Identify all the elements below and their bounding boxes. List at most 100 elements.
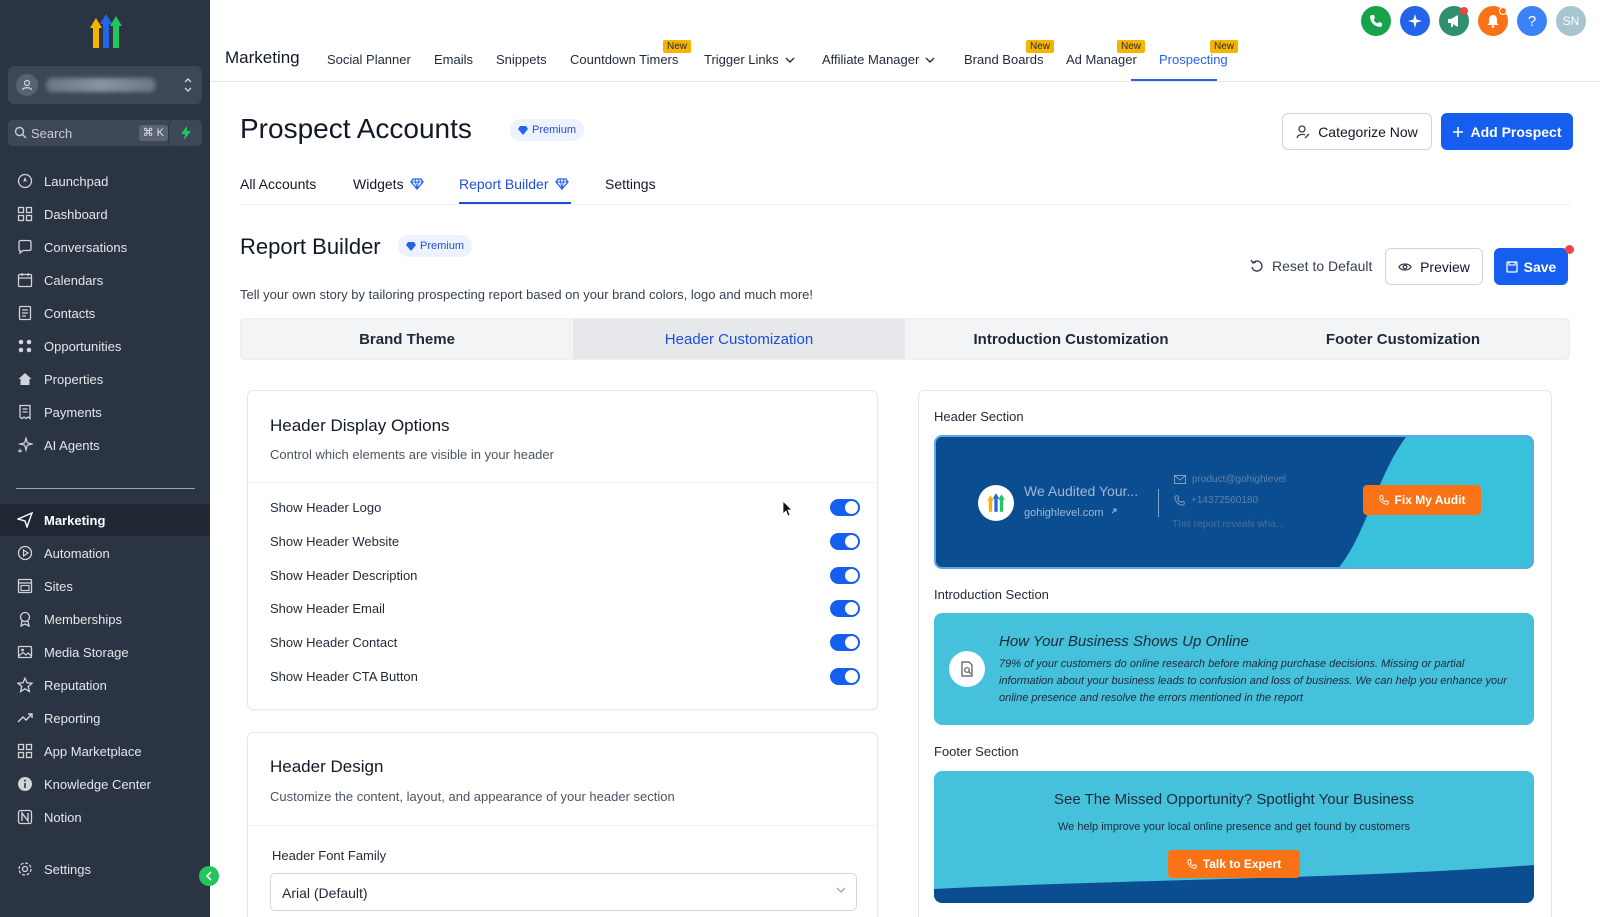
nav-snippets[interactable]: Snippets xyxy=(496,52,547,67)
reset-icon xyxy=(1250,259,1264,273)
nav-brand-boards[interactable]: Brand Boards xyxy=(964,52,1044,67)
receipt-icon xyxy=(16,403,34,421)
plus-icon xyxy=(1452,126,1464,138)
header-preview-title: We Audited Your... xyxy=(1024,483,1139,499)
user-avatar[interactable]: SN xyxy=(1556,6,1586,36)
tab-label: All Accounts xyxy=(240,176,317,192)
sidebar-item-media-storage[interactable]: Media Storage xyxy=(0,636,210,668)
reset-to-default-button[interactable]: Reset to Default xyxy=(1250,258,1372,274)
quick-actions-button[interactable] xyxy=(168,120,202,146)
tab-footer-customization[interactable]: Footer Customization xyxy=(1237,319,1569,359)
collapse-sidebar-button[interactable] xyxy=(199,866,219,886)
unread-dot xyxy=(1460,7,1468,15)
toggle-switch[interactable] xyxy=(830,532,860,550)
toggle-label: Show Header Logo xyxy=(270,500,382,515)
tab-all-accounts[interactable]: All Accounts xyxy=(240,176,316,192)
header-preview-phone: +14372560180 xyxy=(1174,495,1258,506)
phone-button[interactable] xyxy=(1361,6,1391,36)
sidebar-item-conversations[interactable]: Conversations xyxy=(0,231,210,263)
toggle-switch[interactable] xyxy=(830,668,860,685)
toggle-switch[interactable] xyxy=(830,499,860,516)
chevron-down-icon xyxy=(836,887,846,893)
button-label: Categorize Now xyxy=(1318,123,1418,140)
tab-header-customization[interactable]: Header Customization xyxy=(573,319,905,359)
sparkle-icon xyxy=(1408,14,1422,28)
tab-settings[interactable]: Settings xyxy=(605,176,656,192)
toggle-row: Show Header Contact xyxy=(270,633,860,653)
sidebar-item-ai-agents[interactable]: AI Agents xyxy=(0,429,210,461)
save-button[interactable]: Save xyxy=(1494,248,1568,285)
nav-prospecting[interactable]: Prospecting xyxy=(1159,52,1228,67)
sparkle-icon xyxy=(16,436,34,454)
categorize-now-button[interactable]: Categorize Now xyxy=(1282,113,1432,150)
sidebar-item-payments[interactable]: Payments xyxy=(0,396,210,428)
sidebar-item-app-marketplace[interactable]: App Marketplace xyxy=(0,735,210,767)
report-builder-description: Tell your own story by tailoring prospec… xyxy=(240,287,814,302)
sidebar-item-contacts[interactable]: Contacts xyxy=(0,297,210,329)
sidebar-item-calendars[interactable]: Calendars xyxy=(0,264,210,296)
nav-social-planner[interactable]: Social Planner xyxy=(327,52,411,67)
header-preview-description: This report reveals wha... xyxy=(1172,519,1285,530)
button-label: Fix My Audit xyxy=(1394,493,1466,507)
sidebar-item-sites[interactable]: Sites xyxy=(0,570,210,602)
phone-text: +14372560180 xyxy=(1191,495,1259,506)
sidebar-item-notion[interactable]: Notion xyxy=(0,801,210,833)
header-display-options-card: Header Display Options Control which ele… xyxy=(247,390,878,710)
sidebar-item-reputation[interactable]: Reputation xyxy=(0,669,210,701)
sidebar-item-knowledge-center[interactable]: Knowledge Center xyxy=(0,768,210,800)
active-nav-underline xyxy=(1131,79,1217,81)
tab-introduction-customization[interactable]: Introduction Customization xyxy=(905,319,1237,359)
toggle-switch[interactable] xyxy=(830,600,860,618)
sidebar-item-settings[interactable]: Settings xyxy=(0,853,210,885)
sidebar-item-properties[interactable]: Properties xyxy=(0,363,210,395)
intro-preview-body: 79% of your customers do online research… xyxy=(999,658,1507,704)
tab-brand-theme[interactable]: Brand Theme xyxy=(241,319,573,359)
ai-assistant-button[interactable] xyxy=(1400,6,1430,36)
toggle-switch[interactable] xyxy=(830,634,860,652)
add-prospect-button[interactable]: Add Prospect xyxy=(1441,113,1573,150)
sidebar-item-label: AI Agents xyxy=(44,437,100,453)
sidebar-item-dashboard[interactable]: Dashboard xyxy=(0,198,210,230)
help-button[interactable]: ? xyxy=(1517,6,1547,36)
sidebar-item-opportunities[interactable]: Opportunities xyxy=(0,330,210,362)
search-shortcut: ⌘ K xyxy=(138,125,168,141)
sidebar-item-memberships[interactable]: Memberships xyxy=(0,603,210,635)
notifications-button[interactable] xyxy=(1478,6,1508,36)
section-title: Marketing xyxy=(225,48,300,67)
page-title: Prospect Accounts xyxy=(240,113,472,144)
button-label: Save xyxy=(1523,258,1557,275)
preview-button[interactable]: Preview xyxy=(1385,248,1483,285)
nav-affiliate-manager[interactable]: Affiliate Manager xyxy=(822,52,935,67)
footer-preview-subtitle: We help improve your local online presen… xyxy=(1058,821,1410,833)
tab-report-builder[interactable]: Report Builder xyxy=(459,176,569,192)
premium-label: Premium xyxy=(532,124,577,136)
fix-my-audit-button[interactable]: Fix My Audit xyxy=(1363,485,1481,515)
tab-label: Settings xyxy=(605,176,656,192)
nav-ad-manager[interactable]: Ad Manager xyxy=(1066,52,1137,67)
font-family-select[interactable]: Arial (Default) xyxy=(270,873,857,911)
tab-widgets[interactable]: Widgets xyxy=(353,176,424,192)
sidebar-item-marketing[interactable]: Marketing xyxy=(0,504,210,536)
nav-trigger-links[interactable]: Trigger Links xyxy=(704,52,795,67)
toggle-label: Show Header CTA Button xyxy=(270,669,418,684)
unread-dot xyxy=(1499,7,1507,15)
sidebar-item-label: Calendars xyxy=(44,272,104,288)
nav-countdown-timers[interactable]: Countdown Timers xyxy=(570,52,678,67)
nav-emails[interactable]: Emails xyxy=(434,52,473,67)
card-subtitle: Control which elements are visible in yo… xyxy=(270,447,554,462)
sidebar-item-reporting[interactable]: Reporting xyxy=(0,702,210,734)
toggle-switch[interactable] xyxy=(830,566,860,584)
sidebar-search[interactable]: Search ⌘ K xyxy=(8,120,174,146)
intro-section-label: Introduction Section xyxy=(934,587,1049,602)
talk-to-expert-button[interactable]: Talk to Expert xyxy=(1168,850,1300,878)
sidebar-item-automation[interactable]: Automation xyxy=(0,537,210,569)
account-switcher[interactable] xyxy=(8,66,202,104)
sidebar-item-launchpad[interactable]: Launchpad xyxy=(0,165,210,197)
announcements-button[interactable] xyxy=(1439,6,1469,36)
dashboard-icon xyxy=(16,205,34,223)
phone-icon xyxy=(1174,495,1185,506)
app-logo[interactable] xyxy=(86,14,126,50)
preview-panel: Header Section We Audited Your... gohigh… xyxy=(918,390,1552,917)
button-label: Talk to Expert xyxy=(1202,857,1282,871)
phone-icon xyxy=(1378,495,1389,505)
